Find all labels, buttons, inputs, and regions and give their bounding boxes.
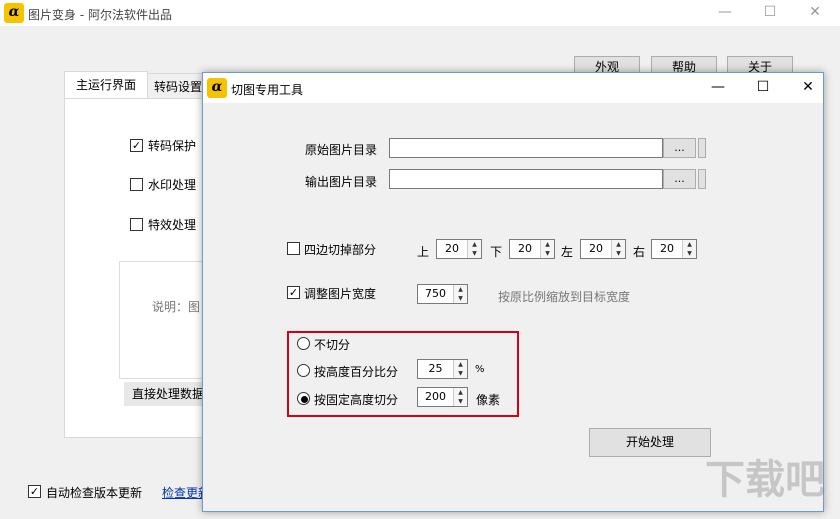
trim-top-spinner[interactable]: 20 ▲ ▼ <box>436 239 482 259</box>
dialog-logo: α <box>207 78 227 98</box>
split-none-label: 不切分 <box>314 338 351 352</box>
split-percent-label: 按高度百分比分 <box>314 365 399 379</box>
main-maximize-button[interactable]: ☐ <box>755 4 785 20</box>
main-close-button[interactable]: ✕ <box>800 4 830 20</box>
dialog-title: 切图专用工具 <box>231 83 304 97</box>
transcode-protect-checkbox[interactable]: ✓ <box>130 139 143 152</box>
split-percent-radio[interactable] <box>297 364 310 377</box>
dialog-maximize-button[interactable]: ☐ <box>748 79 778 95</box>
output-dir-label: 输出图片目录 <box>305 175 378 189</box>
tab-main-interface[interactable]: 主运行界面 <box>64 71 148 99</box>
source-dir-label: 原始图片目录 <box>305 143 378 157</box>
resize-width-spinner[interactable]: 750 ▲ ▼ <box>417 284 468 304</box>
split-fixed-unit: 像素 <box>476 393 501 407</box>
resize-width-hint: 按原比例缩放到目标宽度 <box>498 290 631 304</box>
trim-bottom-value: 20 <box>518 242 532 255</box>
split-percent-spinner[interactable]: 25 ▲ ▼ <box>417 359 468 379</box>
description-box <box>119 261 209 379</box>
description-text: 说明：图 <box>152 300 201 314</box>
resize-width-value: 750 <box>425 287 446 300</box>
auto-check-update-checkbox[interactable]: ✓ <box>28 485 41 498</box>
trim-top-label: 上 <box>417 245 430 259</box>
start-processing-button[interactable]: 开始处理 <box>589 428 711 457</box>
main-minimize-button[interactable]: — <box>710 4 740 20</box>
resize-width-checkbox[interactable]: ✓ <box>287 286 300 299</box>
trim-edges-label: 四边切掉部分 <box>304 243 377 257</box>
tab-transcode-settings[interactable]: 转码设置 <box>147 73 209 99</box>
output-dir-browse-button[interactable]: ... <box>663 169 696 189</box>
watermark-checkbox[interactable] <box>130 178 143 191</box>
crop-tool-dialog: α 切图专用工具 — ☐ ✕ 原始图片目录 ... 输出图片目录 ... 四边切… <box>202 72 824 512</box>
source-dir-input[interactable] <box>389 138 663 158</box>
split-none-radio[interactable] <box>297 337 310 350</box>
split-percent-unit: % <box>475 364 485 375</box>
trim-edges-checkbox[interactable] <box>287 242 300 255</box>
main-window-title: 图片变身 - 阿尔法软件出品 <box>28 8 172 22</box>
spin-arrows-icon[interactable]: ▲ ▼ <box>453 285 467 303</box>
spin-arrows-icon[interactable]: ▲ ▼ <box>682 240 696 258</box>
split-fixed-label: 按固定高度切分 <box>314 393 399 407</box>
spin-arrows-icon[interactable]: ▲ ▼ <box>611 240 625 258</box>
dialog-minimize-button[interactable]: — <box>703 79 733 95</box>
app-logo: α <box>4 3 24 23</box>
trim-left-label: 左 <box>561 245 574 259</box>
direct-process-button[interactable]: 直接处理数据 <box>124 382 209 406</box>
trim-right-value: 20 <box>660 242 674 255</box>
trim-right-spinner[interactable]: 20 ▲ ▼ <box>651 239 697 259</box>
output-dir-extra-button[interactable] <box>698 169 706 189</box>
watermark-label: 水印处理 <box>148 178 197 192</box>
trim-right-label: 右 <box>633 245 646 259</box>
site-watermark: 下载吧 <box>705 457 825 503</box>
source-dir-extra-button[interactable] <box>698 138 706 158</box>
effects-label: 特效处理 <box>148 218 197 232</box>
auto-check-update-label: 自动检查版本更新 <box>46 486 143 500</box>
trim-bottom-spinner[interactable]: 20 ▲ ▼ <box>509 239 555 259</box>
trim-bottom-label: 下 <box>490 245 503 259</box>
split-percent-value: 25 <box>428 362 443 375</box>
spin-arrows-icon[interactable]: ▲ ▼ <box>540 240 554 258</box>
spin-arrows-icon[interactable]: ▲ ▼ <box>453 388 467 406</box>
effects-checkbox[interactable] <box>130 218 143 231</box>
split-fixed-value: 200 <box>425 390 446 403</box>
trim-top-value: 20 <box>445 242 459 255</box>
dialog-close-button[interactable]: ✕ <box>793 79 823 95</box>
resize-width-label: 调整图片宽度 <box>304 287 377 301</box>
trim-left-spinner[interactable]: 20 ▲ ▼ <box>580 239 626 259</box>
spin-arrows-icon[interactable]: ▲ ▼ <box>453 360 467 378</box>
output-dir-input[interactable] <box>389 169 663 189</box>
transcode-protect-label: 转码保护 <box>148 139 197 153</box>
spin-arrows-icon[interactable]: ▲ ▼ <box>467 240 481 258</box>
source-dir-browse-button[interactable]: ... <box>663 138 696 158</box>
split-fixed-spinner[interactable]: 200 ▲ ▼ <box>417 387 468 407</box>
split-fixed-radio[interactable] <box>297 392 310 405</box>
dialog-body: 原始图片目录 ... 输出图片目录 ... 四边切掉部分 上 20 ▲ ▼ 下 2… <box>203 103 823 511</box>
trim-left-value: 20 <box>589 242 603 255</box>
